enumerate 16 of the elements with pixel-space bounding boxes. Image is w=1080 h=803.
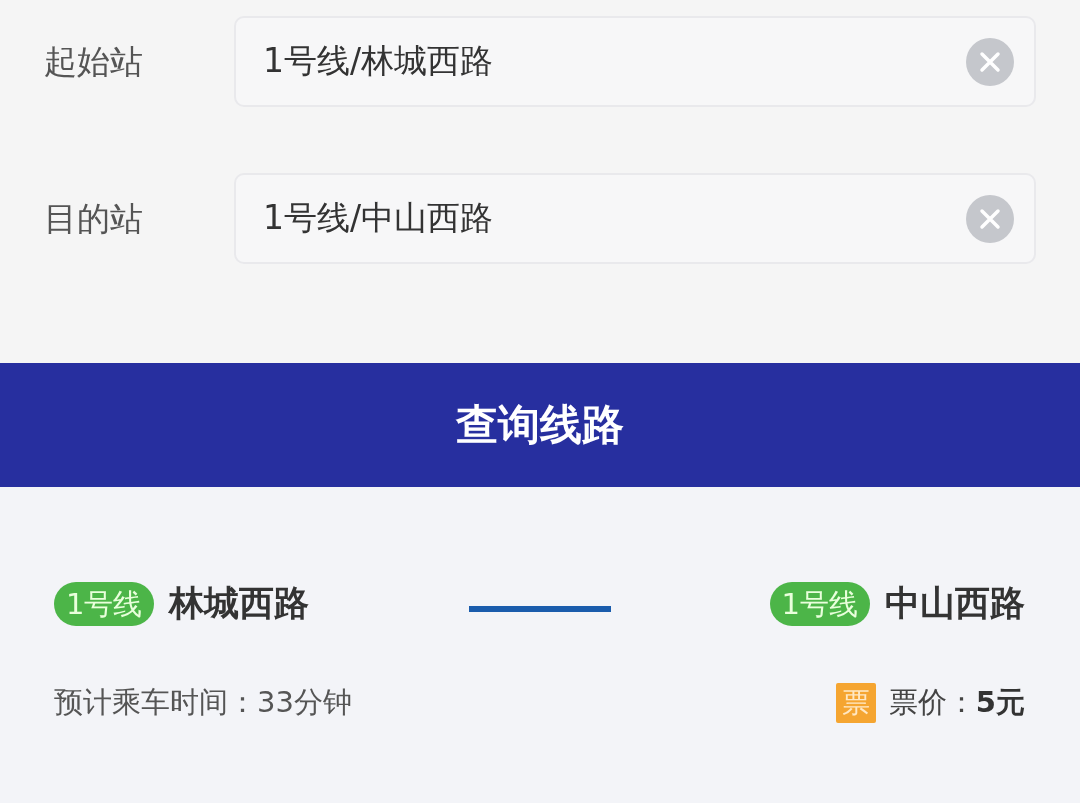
field-label: 起始站 (44, 41, 144, 82)
station-name: 林城西路 (169, 582, 310, 625)
clear-button[interactable] (966, 37, 1014, 86)
clear-icon (966, 194, 1014, 243)
line-badge: 1号线 (54, 581, 155, 626)
travel-time: 预计乘车时间：33分钟 (54, 684, 352, 721)
fare-price: 票价：5元 (888, 684, 1025, 721)
field-label: 目的站 (44, 198, 144, 239)
station-field[interactable]: 1号线/中山西路 (234, 173, 1036, 264)
station-name: 中山西路 (885, 582, 1025, 625)
query-route-button[interactable]: 查询线路 (0, 363, 1080, 487)
line-badge: 1号线 (769, 581, 870, 626)
clear-icon (966, 37, 1014, 86)
clear-button[interactable] (966, 194, 1014, 243)
ticket-badge: 票 (835, 683, 876, 723)
station-field[interactable]: 1号线/林城西路 (234, 16, 1036, 107)
